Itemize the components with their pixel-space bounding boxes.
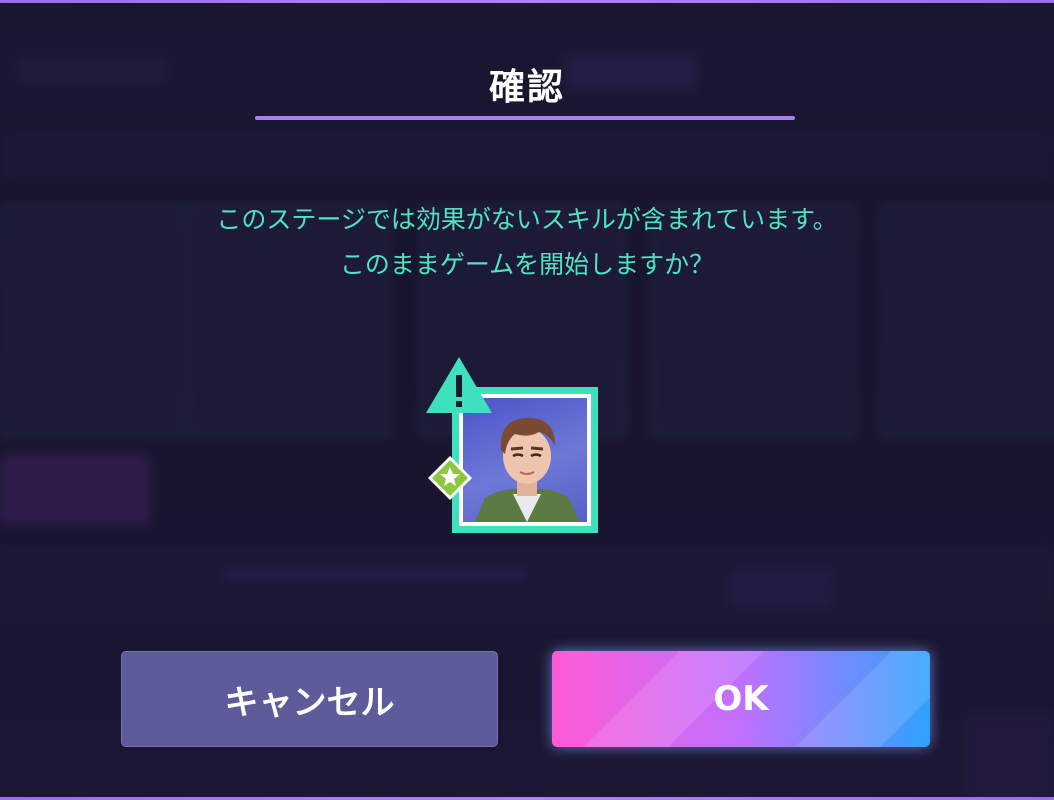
cancel-button-label: キャンセル: [224, 682, 395, 723]
title-underline: [255, 116, 795, 120]
game-screen: 確認 このステージでは効果がないスキルが含まれています。 このままゲームを開始し…: [0, 0, 1054, 800]
ok-button-label: OK: [713, 679, 769, 719]
top-accent-line: [0, 0, 1054, 3]
ok-button[interactable]: OK: [552, 651, 930, 747]
warning-triangle-icon: [424, 355, 494, 415]
dialog-message: このステージでは効果がないスキルが含まれています。 このままゲームを開始しますか…: [0, 197, 1054, 287]
message-line-1: このステージでは効果がないスキルが含まれています。: [216, 205, 838, 234]
message-line-2: このままゲームを開始しますか？: [339, 250, 715, 279]
green-star-attribute-icon: [427, 455, 473, 501]
character-portrait-art: [474, 417, 580, 522]
cancel-button[interactable]: キャンセル: [121, 651, 498, 747]
dialog-title: 確認: [488, 67, 565, 108]
character-portrait: [463, 398, 587, 522]
character-card: [424, 355, 604, 540]
